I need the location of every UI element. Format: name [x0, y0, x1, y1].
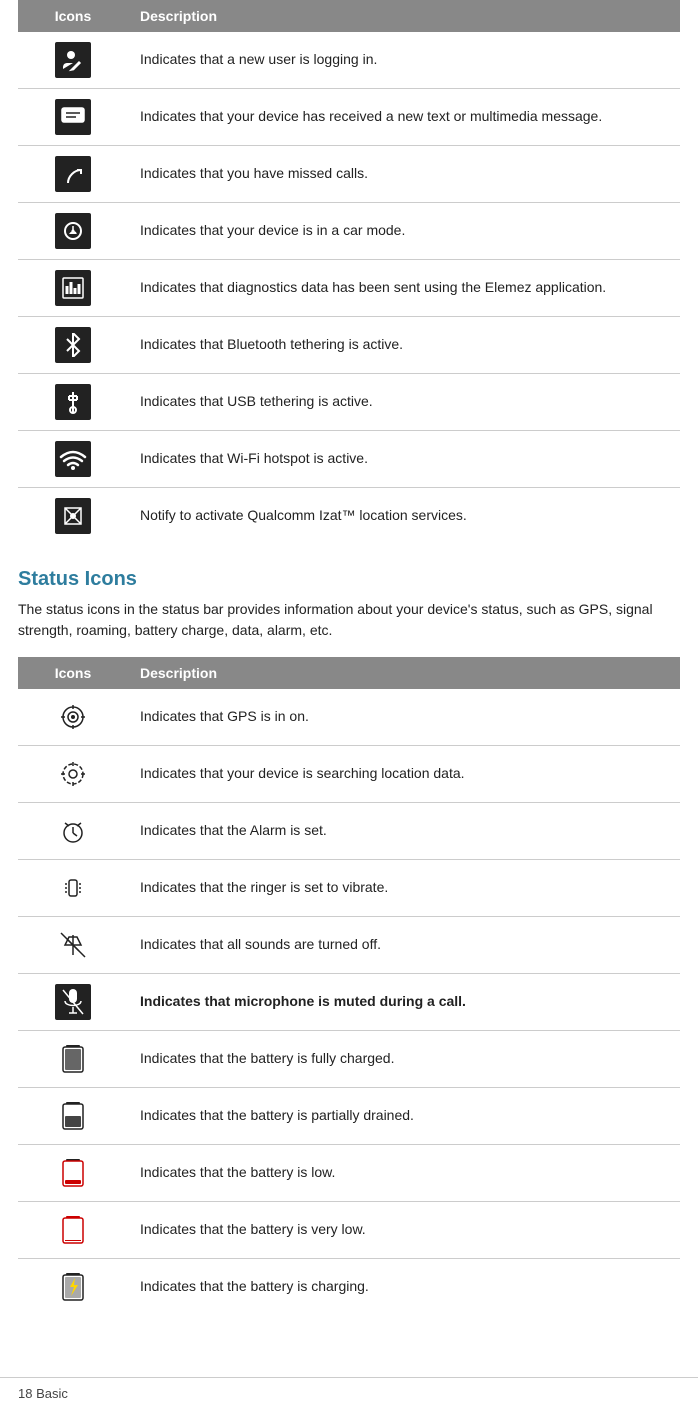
status-icons-table: Icons Description Indicates that GPS is …	[18, 657, 680, 1315]
table-row: Indicates that USB tethering is active.	[18, 374, 680, 431]
table-row: Indicates that GPS is in on.	[18, 689, 680, 746]
description-cell: Indicates that the ringer is set to vibr…	[128, 860, 680, 917]
icon-cell-battery-partial	[18, 1088, 128, 1145]
icon-cell-vibrate	[18, 860, 128, 917]
description-cell: Indicates that the battery is low.	[128, 1145, 680, 1202]
table-row: Indicates that the battery is charging.	[18, 1259, 680, 1316]
description-cell: Indicates that the battery is very low.	[128, 1202, 680, 1259]
description-cell: Indicates that Wi-Fi hotspot is active.	[128, 431, 680, 488]
table-row: Notify to activate Qualcomm Izat™ locati…	[18, 488, 680, 545]
icon-cell-alarm	[18, 803, 128, 860]
table-row: Indicates that the battery is very low.	[18, 1202, 680, 1259]
table-row: Indicates that the battery is low.	[18, 1145, 680, 1202]
table-row: Indicates that you have missed calls.	[18, 146, 680, 203]
icon-cell-location-services	[18, 488, 128, 545]
icon-cell-mic-muted	[18, 974, 128, 1031]
icon-cell-battery-very-low	[18, 1202, 128, 1259]
icon-cell-bluetooth-tethering	[18, 317, 128, 374]
table-row: Indicates that Wi-Fi hotspot is active.	[18, 431, 680, 488]
icon-cell-usb-tethering	[18, 374, 128, 431]
description-cell: Indicates that a new user is logging in.	[128, 32, 680, 89]
notification-icons-col-header: Icons	[18, 0, 128, 32]
notification-desc-col-header: Description	[128, 0, 680, 32]
description-cell: Notify to activate Qualcomm Izat™ locati…	[128, 488, 680, 545]
icon-cell-diagnostics	[18, 260, 128, 317]
table-row: Indicates that diagnostics data has been…	[18, 260, 680, 317]
icon-cell-person-edit	[18, 32, 128, 89]
table-row: Indicates that a new user is logging in.	[18, 32, 680, 89]
icon-cell-battery-low	[18, 1145, 128, 1202]
description-cell: Indicates that GPS is in on.	[128, 689, 680, 746]
description-cell: Indicates that the battery is fully char…	[128, 1031, 680, 1088]
icon-cell-gps-on	[18, 689, 128, 746]
status-icons-description: The status icons in the status bar provi…	[18, 599, 680, 641]
description-cell: Indicates that diagnostics data has been…	[128, 260, 680, 317]
icon-cell-gps-searching	[18, 746, 128, 803]
description-cell: Indicates that Bluetooth tethering is ac…	[128, 317, 680, 374]
description-cell: Indicates that USB tethering is active.	[128, 374, 680, 431]
status-icons-col-header: Icons	[18, 657, 128, 689]
table-row: Indicates that your device is searching …	[18, 746, 680, 803]
table-row: Indicates that your device has received …	[18, 89, 680, 146]
icon-cell-silent	[18, 917, 128, 974]
icon-cell-battery-full	[18, 1031, 128, 1088]
table-row: Indicates that Bluetooth tethering is ac…	[18, 317, 680, 374]
description-cell: Indicates that the battery is partially …	[128, 1088, 680, 1145]
icon-cell-car-mode	[18, 203, 128, 260]
icon-cell-missed-call	[18, 146, 128, 203]
notification-icons-table: Icons Description Indicates that a new u…	[18, 0, 680, 544]
table-row: Indicates that all sounds are turned off…	[18, 917, 680, 974]
table-row: Indicates that the battery is fully char…	[18, 1031, 680, 1088]
description-cell: Indicates that your device is searching …	[128, 746, 680, 803]
table-row: Indicates that the ringer is set to vibr…	[18, 860, 680, 917]
status-desc-col-header: Description	[128, 657, 680, 689]
table-row: Indicates that your device is in a car m…	[18, 203, 680, 260]
table-row: Indicates that microphone is muted durin…	[18, 974, 680, 1031]
description-cell: Indicates that all sounds are turned off…	[128, 917, 680, 974]
icon-cell-wifi-hotspot	[18, 431, 128, 488]
status-icons-title: Status Icons	[18, 568, 680, 591]
icon-cell-battery-charging	[18, 1259, 128, 1316]
page-footer: 18 Basic	[0, 1377, 698, 1409]
table-row: Indicates that the Alarm is set.	[18, 803, 680, 860]
description-cell: Indicates that the Alarm is set.	[128, 803, 680, 860]
table-row: Indicates that the battery is partially …	[18, 1088, 680, 1145]
description-cell: Indicates that microphone is muted durin…	[128, 974, 680, 1031]
icon-cell-message	[18, 89, 128, 146]
description-cell: Indicates that your device has received …	[128, 89, 680, 146]
description-cell: Indicates that your device is in a car m…	[128, 203, 680, 260]
description-cell: Indicates that the battery is charging.	[128, 1259, 680, 1316]
description-cell: Indicates that you have missed calls.	[128, 146, 680, 203]
